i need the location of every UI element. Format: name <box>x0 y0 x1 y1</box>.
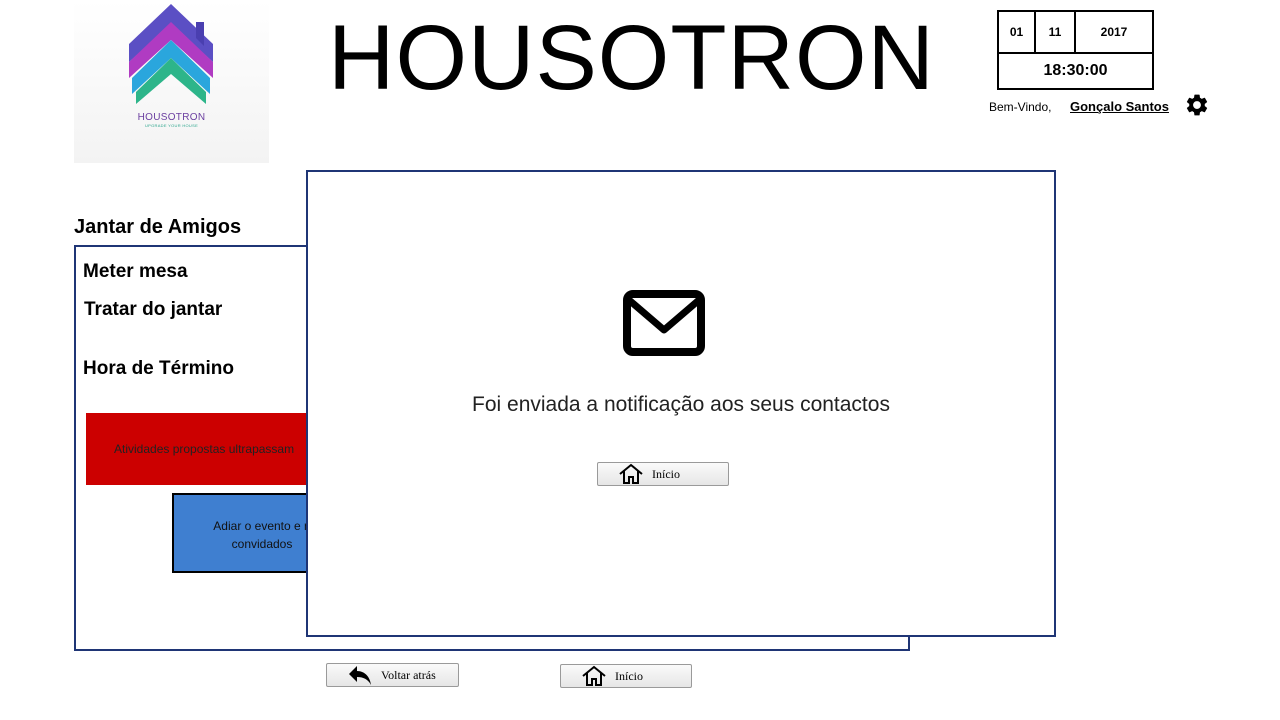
app-title: HOUSOTRON <box>328 7 935 109</box>
date-day: 01 <box>999 12 1036 54</box>
logo-text: HOUSOTRON <box>137 112 206 123</box>
modal-home-button[interactable]: Início <box>597 462 729 486</box>
back-label: Voltar atrás <box>381 667 436 682</box>
modal-home-label: Início <box>652 466 680 481</box>
end-time-label: Hora de Término <box>83 358 234 379</box>
home-button[interactable]: Início <box>560 664 692 688</box>
date-year: 2017 <box>1076 12 1152 54</box>
home-icon <box>619 463 643 484</box>
user-link[interactable]: Gonçalo Santos <box>1070 99 1169 114</box>
task-item: Tratar do jantar <box>84 299 223 320</box>
clock-time: 18:30:00 <box>1043 62 1108 79</box>
app-logo: HOUSOTRON UPGRADE YOUR HOUSE <box>74 0 269 163</box>
gear-icon[interactable] <box>1184 92 1210 118</box>
notification-modal: Foi enviada a notificação aos seus conta… <box>306 170 1056 637</box>
house-logo-icon <box>129 4 213 104</box>
date-time-box: 01 11 2017 18:30:00 <box>997 10 1154 90</box>
back-button[interactable]: Voltar atrás <box>326 663 459 687</box>
mail-icon <box>623 290 705 356</box>
back-arrow-icon <box>349 666 371 685</box>
home-label: Início <box>615 668 643 683</box>
date-month: 11 <box>1036 12 1076 54</box>
task-item: Meter mesa <box>83 261 188 282</box>
logo-tagline: UPGRADE YOUR HOUSE <box>144 123 199 128</box>
notification-message: Foi enviada a notificação aos seus conta… <box>472 393 890 416</box>
event-title: Jantar de Amigos <box>74 216 242 238</box>
overtime-alert-text: Atividades propostas ultrapassam <box>114 442 295 456</box>
welcome-text: Bem-Vindo, <box>989 100 1052 114</box>
home-icon <box>582 665 606 686</box>
